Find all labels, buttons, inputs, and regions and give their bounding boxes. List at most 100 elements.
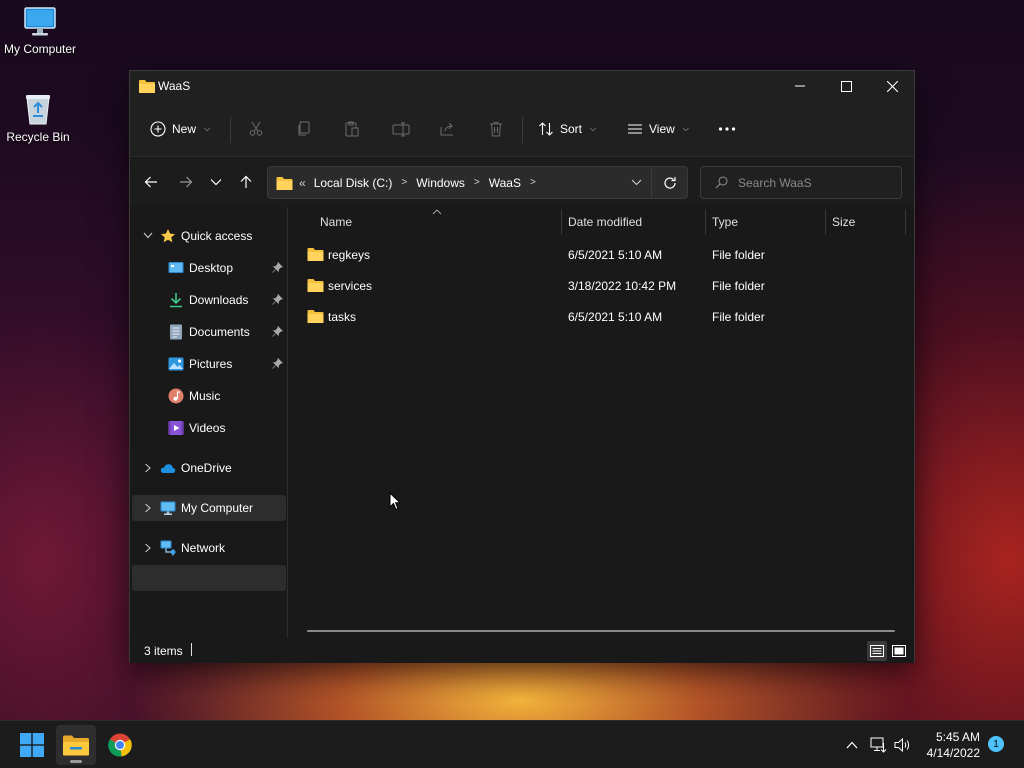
sidebar-item-label: Pictures [189, 357, 233, 371]
sidebar-item-network[interactable]: Network [132, 535, 286, 561]
breadcrumb-windows[interactable]: Windows [416, 176, 465, 190]
trash-icon [490, 122, 502, 137]
file-row-services[interactable]: services 3/18/2022 10:42 PM File folder [301, 273, 901, 299]
breadcrumb-waas[interactable]: WaaS [489, 176, 521, 190]
sort-icon [539, 122, 553, 136]
sort-label: Sort [560, 122, 583, 136]
folder-icon [276, 176, 293, 190]
chevron-right-icon[interactable]: > [530, 177, 536, 188]
taskbar-file-explorer[interactable] [56, 725, 96, 765]
share-button[interactable] [440, 115, 456, 143]
file-name: services [328, 279, 373, 293]
column-header-type[interactable]: Type [712, 215, 738, 229]
file-row-regkeys[interactable]: regkeys 6/5/2021 5:10 AM File folder [301, 242, 901, 268]
taskbar-chrome[interactable] [100, 725, 140, 765]
column-divider[interactable] [561, 209, 562, 235]
search-box[interactable]: Search WaaS [700, 166, 902, 199]
chevron-right-icon[interactable]: > [401, 177, 407, 188]
column-divider[interactable] [705, 209, 706, 235]
sidebar-item-pictures[interactable]: Pictures [132, 351, 286, 377]
folder-icon [307, 279, 324, 292]
chevron-right-icon[interactable]: > [474, 177, 480, 188]
paste-button[interactable] [344, 115, 360, 143]
sidebar-item-videos[interactable]: Videos [132, 415, 286, 441]
chevron-down-icon[interactable] [142, 232, 154, 239]
sidebar-item-my-computer[interactable] [132, 565, 286, 591]
minimize-icon [795, 85, 805, 87]
start-button[interactable] [12, 725, 52, 765]
forward-button[interactable] [174, 170, 198, 194]
sidebar-item-onedrive[interactable]: OneDrive [132, 455, 286, 481]
file-name: tasks [328, 310, 357, 324]
search-icon [715, 176, 728, 189]
title-bar[interactable]: WaaS [130, 71, 914, 101]
delete-button[interactable] [488, 115, 504, 143]
scissors-icon [249, 121, 263, 136]
sidebar-item-downloads[interactable]: Downloads [132, 287, 286, 313]
chevron-right-icon[interactable] [142, 543, 154, 553]
minimize-button[interactable] [777, 71, 823, 101]
chevron-right-icon[interactable] [142, 463, 154, 473]
breadcrumb-overflow[interactable]: « [299, 176, 306, 190]
column-divider[interactable] [825, 209, 826, 235]
new-button[interactable]: New ⌵ [150, 115, 210, 143]
chevron-down-icon[interactable] [631, 179, 642, 186]
desktop-icon-recycle-bin[interactable]: Recycle Bin [0, 92, 78, 144]
close-button[interactable] [869, 71, 915, 101]
command-bar: New ⌵ Sort ⌵ View ⌵ [130, 101, 914, 157]
navigation-pane: Quick access Desktop Downloads Documents… [130, 207, 288, 638]
volume-tray-button[interactable] [893, 735, 913, 755]
large-icons-view-button[interactable] [889, 641, 909, 661]
arrow-left-icon [144, 176, 157, 188]
up-button[interactable] [234, 170, 258, 194]
taskbar-clock[interactable]: 5:45 AM 4/14/2022 [927, 729, 980, 761]
column-divider[interactable] [905, 209, 906, 235]
maximize-button[interactable] [823, 71, 869, 101]
column-header-name[interactable]: Name [320, 215, 352, 229]
music-icon [168, 388, 184, 404]
details-view-button[interactable] [867, 641, 887, 661]
file-row-tasks[interactable]: tasks 6/5/2021 5:10 AM File folder [301, 304, 901, 330]
sidebar-item-quick-access[interactable]: Quick access [132, 223, 286, 249]
rename-button[interactable] [392, 115, 410, 143]
cut-button[interactable] [248, 115, 264, 143]
breadcrumb-local-disk[interactable]: Local Disk (C:) [314, 176, 393, 190]
windows-logo-icon [20, 733, 44, 757]
refresh-icon[interactable] [663, 176, 677, 190]
desktop-icon-my-computer[interactable]: My Computer [0, 6, 80, 56]
view-label: View [649, 122, 675, 136]
sidebar-item-label: Documents [189, 325, 250, 339]
sidebar-item-my-computer[interactable]: My Computer [132, 495, 286, 521]
sidebar-item-label: OneDrive [181, 461, 232, 475]
desktop-icon-label: Recycle Bin [6, 130, 70, 144]
notification-badge[interactable]: 1 [988, 736, 1004, 752]
file-explorer-icon [63, 735, 89, 756]
arrow-up-icon [240, 175, 252, 188]
network-tray-button[interactable] [869, 735, 889, 755]
column-header-date-modified[interactable]: Date modified [568, 215, 642, 229]
sidebar-item-music[interactable]: Music [132, 383, 286, 409]
sidebar-item-documents[interactable]: Documents [132, 319, 286, 345]
address-bar[interactable]: « Local Disk (C:) > Windows > WaaS > [267, 166, 688, 199]
folder-icon [139, 80, 155, 93]
back-button[interactable] [139, 170, 163, 194]
chrome-icon [108, 733, 132, 757]
horizontal-scrollbar[interactable] [307, 630, 895, 632]
recent-locations-button[interactable] [204, 170, 228, 194]
videos-icon [168, 421, 184, 435]
sidebar-item-desktop[interactable]: Desktop [132, 255, 286, 281]
sidebar-item-label: Network [181, 541, 226, 555]
status-bar: 3 items [130, 638, 914, 663]
copy-button[interactable] [296, 115, 312, 143]
column-header-size[interactable]: Size [832, 215, 855, 229]
see-more-button[interactable] [718, 115, 736, 143]
sort-button[interactable]: Sort ⌵ [538, 115, 596, 143]
details-view-icon [870, 645, 884, 657]
show-hidden-icons-button[interactable] [842, 735, 862, 755]
chevron-right-icon[interactable] [142, 503, 154, 513]
view-button[interactable]: View ⌵ [627, 115, 689, 143]
cloud-icon [160, 464, 176, 473]
chevron-up-icon [846, 741, 858, 749]
paste-icon [345, 121, 359, 137]
more-icon [718, 127, 736, 131]
